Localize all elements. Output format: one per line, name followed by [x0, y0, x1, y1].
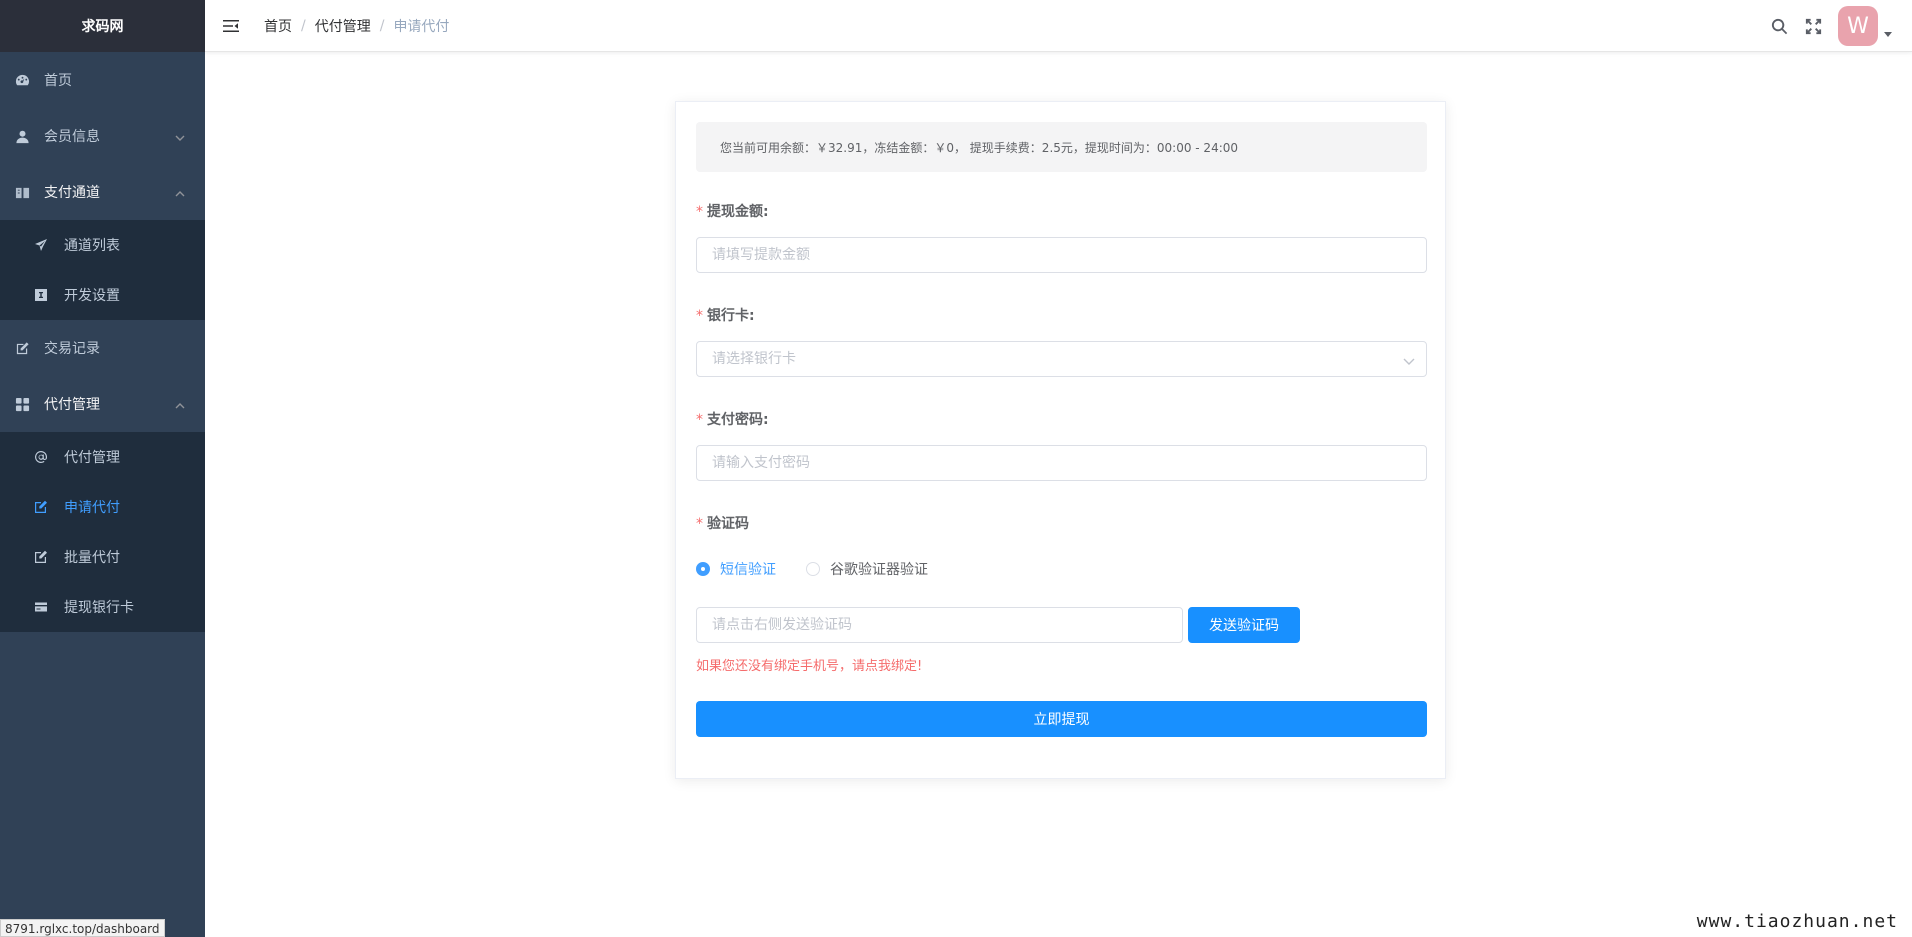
required-mark: *	[696, 204, 703, 220]
sidebar-item-label: 代付管理	[64, 450, 120, 466]
dev-icon	[34, 288, 48, 302]
amount-input[interactable]	[696, 237, 1427, 273]
radio-google-verify[interactable]: 谷歌验证器验证	[806, 559, 928, 579]
breadcrumb-payout[interactable]: 代付管理	[315, 16, 371, 36]
send-icon	[34, 238, 48, 252]
breadcrumb: 首页 / 代付管理 / 申请代付	[264, 16, 449, 36]
edit-icon	[34, 500, 48, 514]
breadcrumb-separator: /	[301, 17, 306, 34]
chevron-up-icon	[175, 187, 185, 197]
pay-channel-submenu: 通道列表 开发设置	[0, 220, 205, 320]
bank-card-select-input[interactable]	[696, 341, 1427, 377]
chevron-down-icon	[1403, 354, 1415, 365]
withdraw-submit-button[interactable]: 立即提现	[696, 701, 1427, 737]
radio-indicator[interactable]	[806, 562, 820, 576]
sidebar: 求码网 首页 会员信息 支付通道 通道列表 开发设置 交易记录 代付管理 代付管…	[0, 0, 205, 937]
radio-label: 谷歌验证器验证	[830, 562, 928, 578]
required-mark: *	[696, 412, 703, 428]
send-code-button[interactable]: 发送验证码	[1188, 607, 1300, 643]
breadcrumb-current: 申请代付	[393, 18, 450, 35]
fullscreen-icon[interactable]	[1802, 15, 1824, 37]
dashboard-icon	[14, 72, 30, 88]
watermark: www.tiaozhuan.net	[1690, 910, 1904, 933]
sidebar-item-payout[interactable]: 代付管理	[0, 376, 205, 432]
sidebar-item-label: 批量代付	[64, 550, 120, 566]
sidebar-item-label: 通道列表	[64, 238, 120, 254]
radio-label: 短信验证	[720, 562, 776, 578]
sidebar-item-label: 开发设置	[64, 288, 120, 304]
sidebar-item-batch-payout[interactable]: 批量代付	[0, 532, 205, 582]
pay-password-label: * 支付密码:	[696, 412, 769, 428]
sidebar-item-label: 申请代付	[64, 500, 120, 516]
book-icon	[14, 184, 30, 200]
sidebar-item-member-info[interactable]: 会员信息	[0, 108, 205, 164]
payout-submenu: 代付管理 申请代付 批量代付 提现银行卡	[0, 432, 205, 632]
required-mark: *	[696, 516, 703, 532]
edit-icon	[14, 340, 30, 356]
sidebar-item-label: 交易记录	[44, 341, 100, 357]
verify-method-radio-group: 短信验证 谷歌验证器验证	[696, 559, 958, 579]
avatar[interactable]: W	[1838, 6, 1878, 46]
required-mark: *	[696, 308, 703, 324]
sidebar-item-apply-payout[interactable]: 申请代付	[0, 482, 205, 532]
header-tools: W	[1756, 0, 1894, 52]
bind-phone-link[interactable]: 如果您还没有绑定手机号，请点我绑定!	[696, 655, 922, 674]
edit-icon	[34, 550, 48, 564]
sidebar-item-transactions[interactable]: 交易记录	[0, 320, 205, 376]
breadcrumb-home[interactable]: 首页	[264, 16, 292, 36]
sidebar-item-label: 会员信息	[44, 129, 100, 145]
sidebar-item-label: 首页	[44, 73, 72, 89]
verify-code-input[interactable]	[696, 607, 1183, 643]
top-navbar: 首页 / 代付管理 / 申请代付 W	[205, 0, 1912, 52]
chevron-up-icon	[175, 399, 185, 409]
pay-password-input[interactable]	[696, 445, 1427, 481]
verify-code-label: * 验证码	[696, 516, 749, 532]
withdraw-form-card: 您当前可用余额：￥32.91，冻结金额：￥0， 提现手续费：2.5元，提现时间为…	[675, 101, 1446, 779]
grid-icon	[14, 396, 30, 412]
card-icon	[34, 600, 48, 614]
caret-down-icon[interactable]	[1884, 30, 1894, 40]
amount-label: * 提现金额:	[696, 204, 769, 220]
app-logo[interactable]: 求码网	[0, 0, 205, 52]
sidebar-item-label: 支付通道	[44, 185, 100, 201]
bank-card-label: * 银行卡:	[696, 308, 755, 324]
bank-card-select[interactable]	[696, 341, 1427, 377]
breadcrumb-separator: /	[379, 17, 385, 34]
sidebar-item-label: 提现银行卡	[64, 600, 134, 616]
sidebar-item-withdraw-card[interactable]: 提现银行卡	[0, 582, 205, 632]
chevron-down-icon	[175, 131, 185, 141]
menu-fold-icon[interactable]	[222, 17, 240, 35]
sidebar-item-payout-manage[interactable]: 代付管理	[0, 432, 205, 482]
sidebar-item-label: 代付管理	[44, 397, 100, 413]
search-icon[interactable]	[1768, 15, 1790, 37]
sidebar-item-dev-settings[interactable]: 开发设置	[0, 270, 205, 320]
status-url: 8791.rglxc.top/dashboard	[0, 919, 165, 937]
radio-indicator[interactable]	[696, 562, 710, 576]
sidebar-item-home[interactable]: 首页	[0, 52, 205, 108]
balance-notice: 您当前可用余额：￥32.91，冻结金额：￥0， 提现手续费：2.5元，提现时间为…	[696, 122, 1427, 172]
user-icon	[14, 128, 30, 144]
sidebar-item-channel-list[interactable]: 通道列表	[0, 220, 205, 270]
radio-sms-verify[interactable]: 短信验证	[696, 559, 776, 579]
sidebar-item-pay-channel[interactable]: 支付通道	[0, 164, 205, 220]
at-icon	[34, 450, 48, 464]
